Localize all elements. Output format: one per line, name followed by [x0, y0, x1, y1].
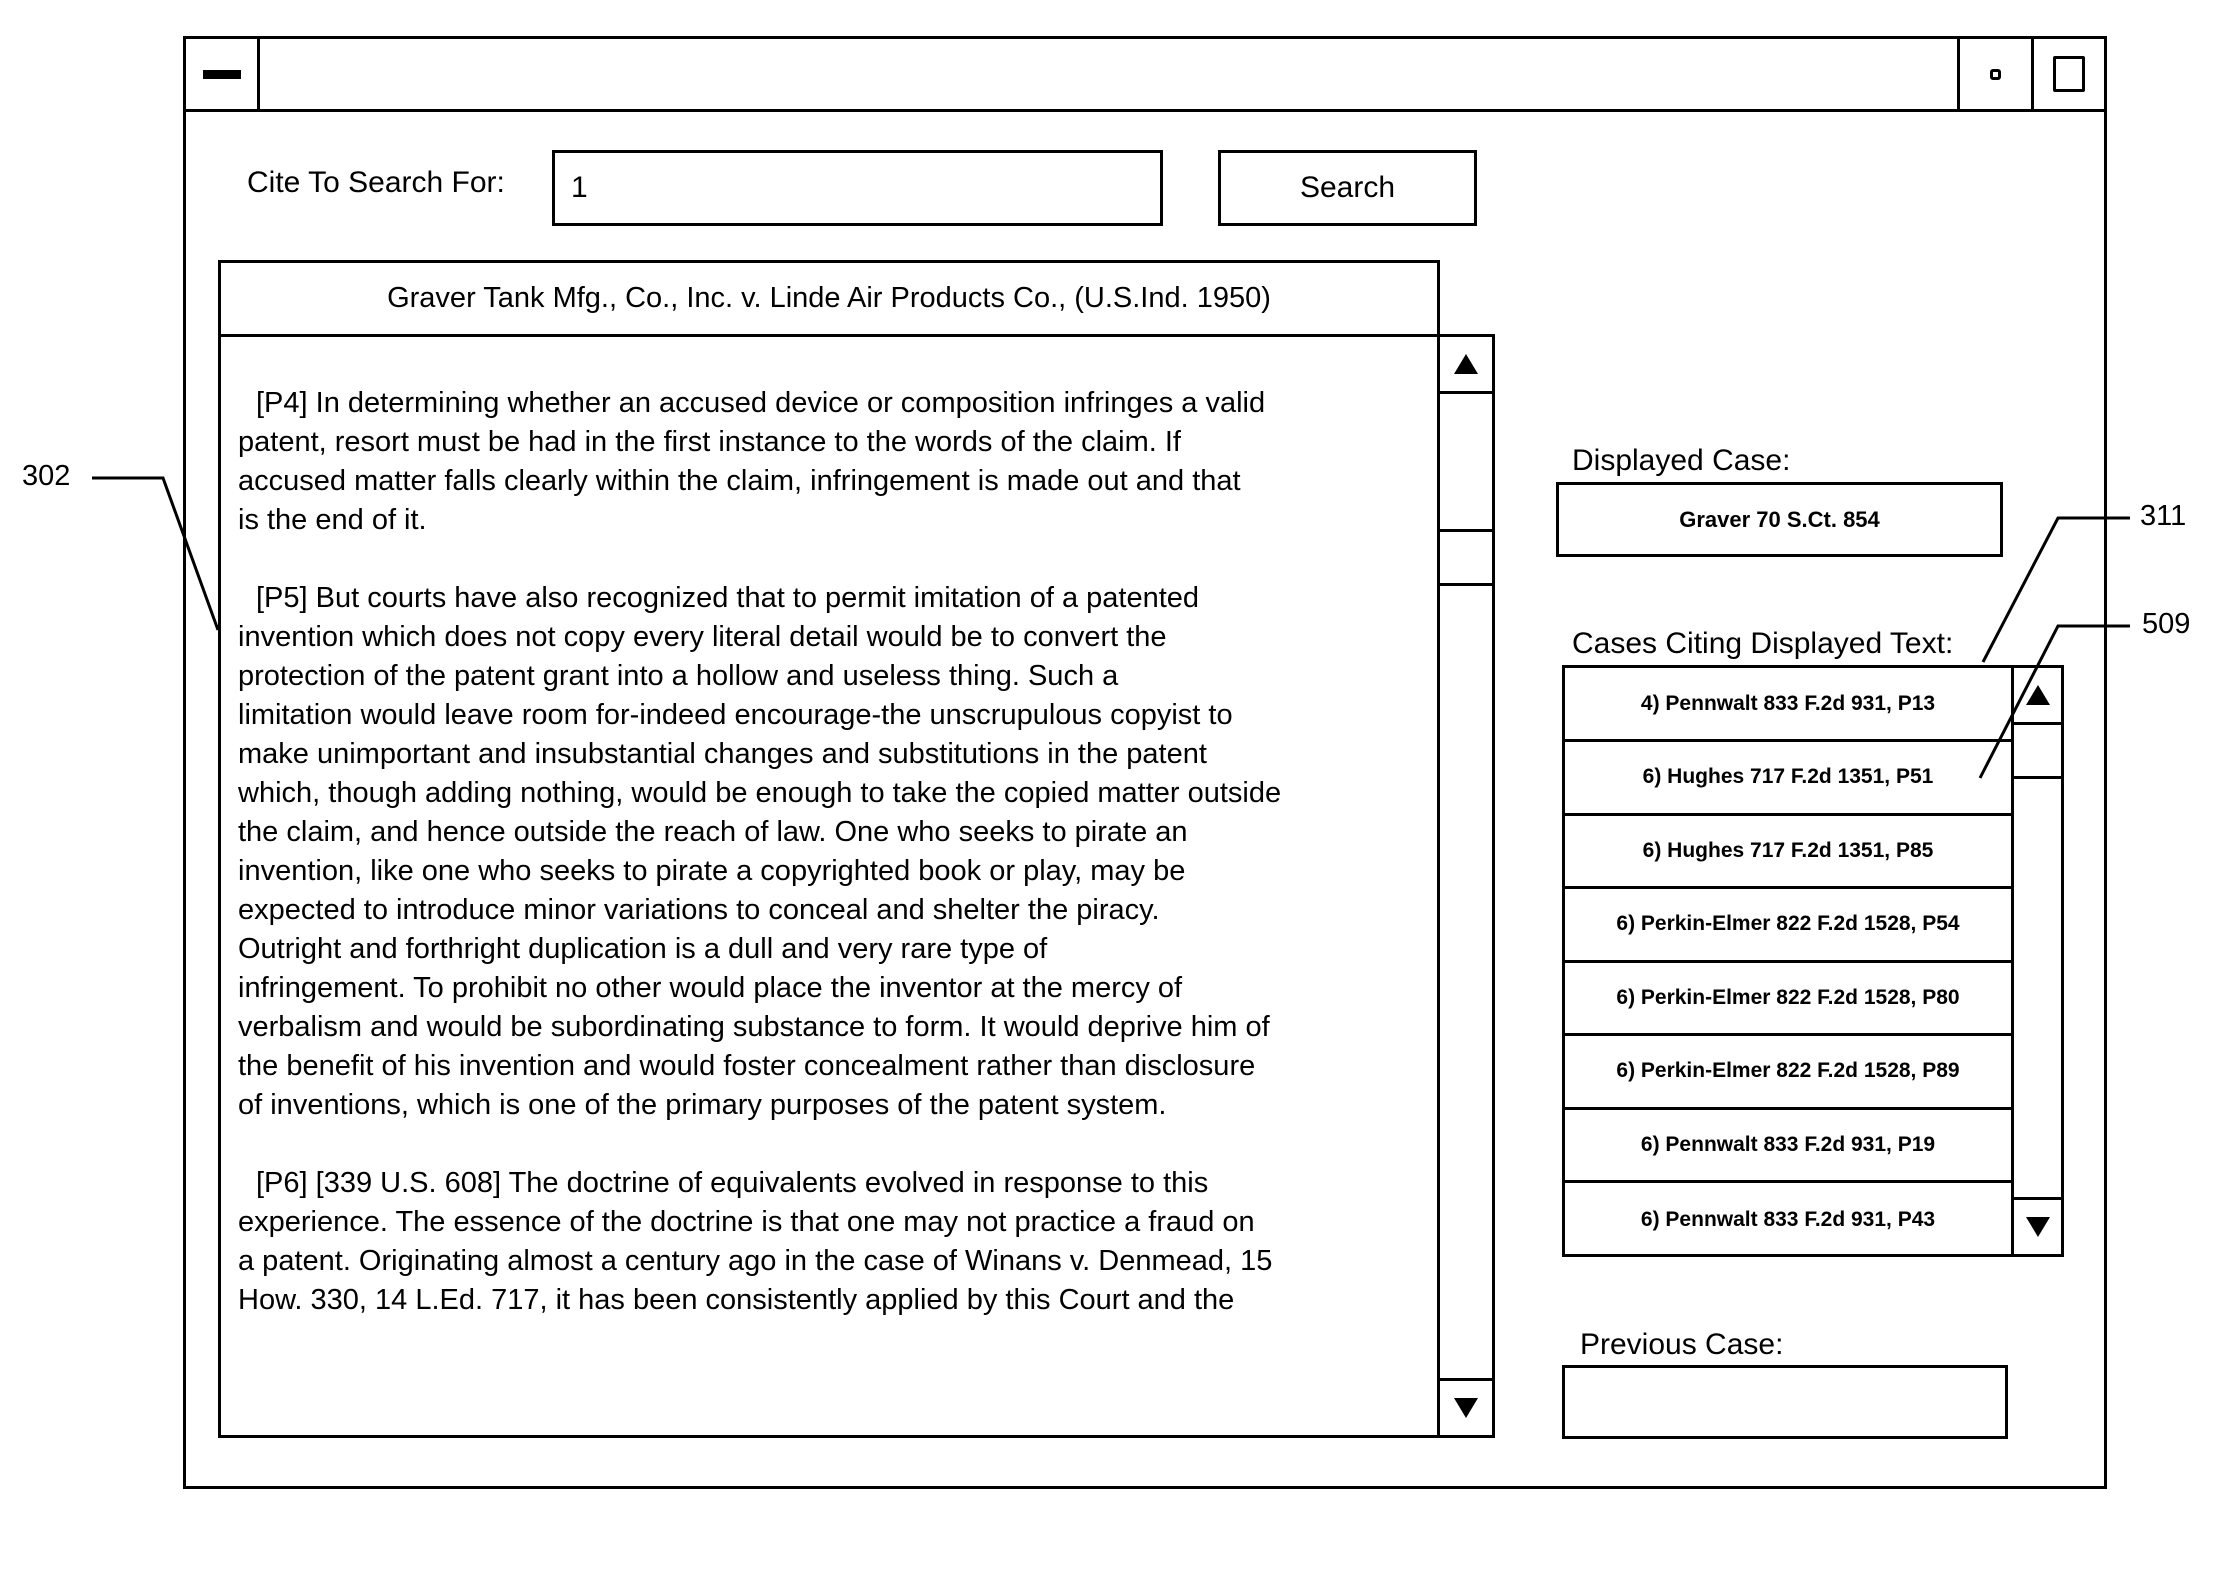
- leader-line-509: [1978, 624, 2130, 779]
- leader-line-311: [1981, 516, 2130, 663]
- leader-line-302: [92, 476, 220, 631]
- callout-leader-lines: [92, 476, 2130, 779]
